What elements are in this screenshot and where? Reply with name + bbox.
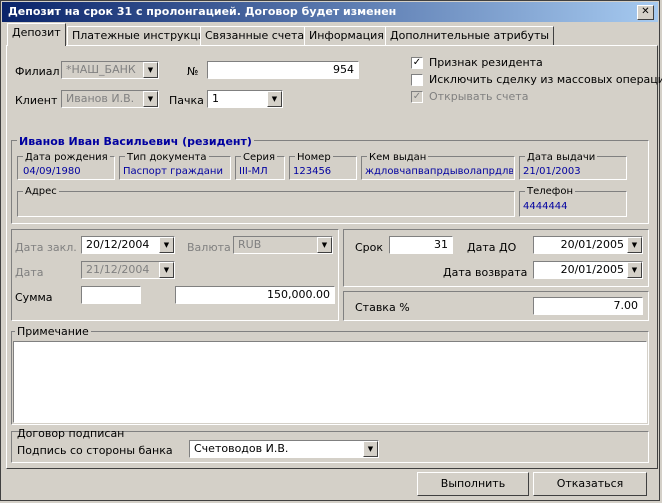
client-value: Иванов И.В. xyxy=(66,92,135,105)
exclude-mass-ops-label: Исключить сделку из массовых операций xyxy=(429,73,662,86)
number-value: 954 xyxy=(333,63,354,76)
check-icon: ✓ xyxy=(412,91,422,102)
resident-checkbox[interactable]: ✓ xyxy=(411,57,423,69)
number-field[interactable]: 954 xyxy=(207,61,359,79)
birth-date-value: 04/09/1980 xyxy=(23,166,81,177)
tab-label: Депозит xyxy=(12,26,61,39)
issue-date-value: 21/01/2003 xyxy=(523,166,581,177)
execute-button[interactable]: Выполнить xyxy=(417,472,529,496)
chevron-down-icon: ▼ xyxy=(143,62,158,78)
return-date-label: Дата возврата xyxy=(443,266,528,279)
pack-label: Пачка xyxy=(169,94,204,107)
check-icon: ✓ xyxy=(412,57,422,68)
tab-label: Информация xyxy=(309,29,384,42)
window-title: Депозит на срок 31 с пролонгацией. Догов… xyxy=(8,5,397,18)
tab-linked-accounts[interactable]: Связанные счета xyxy=(200,26,310,45)
address-label: Адрес xyxy=(23,186,59,197)
rate-field[interactable]: 7.00 xyxy=(533,297,643,315)
pack-select[interactable]: 1 ▼ xyxy=(207,90,283,108)
return-date-value: 20/01/2005 xyxy=(560,263,624,276)
doc-type-label: Тип документа xyxy=(125,152,209,163)
date-field: 21/12/2004 ▼ xyxy=(81,261,175,279)
sum-small-field[interactable] xyxy=(81,286,141,304)
tab-label: Связанные счета xyxy=(205,29,305,42)
tab-label: Платежные инструкции xyxy=(72,29,212,42)
tab-deposit[interactable]: Депозит xyxy=(7,23,66,46)
date-to-label: Дата ДО xyxy=(467,241,517,254)
dialog-window: Депозит на срок 31 с пролонгацией. Догов… xyxy=(0,0,662,501)
tab-information[interactable]: Информация xyxy=(304,26,389,45)
close-icon: ✕ xyxy=(641,6,650,17)
date-to-field[interactable]: 20/01/2005 ▼ xyxy=(533,236,643,254)
number-label: № xyxy=(187,65,199,78)
signed-label: Договор подписан xyxy=(17,427,125,440)
resident-label: Признак резидента xyxy=(429,56,543,69)
exclude-mass-ops-checkbox[interactable] xyxy=(411,74,423,86)
address-box xyxy=(17,191,515,217)
issued-by-value: ждловчапвапрдыволапрдлвс xyxy=(365,166,513,177)
term-value: 31 xyxy=(434,238,448,251)
note-label: Примечание xyxy=(15,325,91,338)
chevron-down-icon[interactable]: ▼ xyxy=(267,91,282,107)
chevron-down-icon[interactable]: ▼ xyxy=(363,441,378,457)
sum-label: Сумма xyxy=(15,291,53,304)
rate-label: Ставка % xyxy=(355,301,410,314)
date-to-value: 20/01/2005 xyxy=(560,238,624,251)
currency-select: RUB ▼ xyxy=(233,236,333,254)
client-full-name: Иванов Иван Васильевич (резидент) xyxy=(17,135,254,148)
doc-type-value: Паспорт граждани xyxy=(123,166,223,177)
term-field[interactable]: 31 xyxy=(389,236,453,254)
date-conclusion-value: 20/12/2004 xyxy=(86,238,150,251)
chevron-down-icon: ▼ xyxy=(159,262,174,278)
currency-label: Валюта xyxy=(187,241,231,254)
chevron-down-icon[interactable]: ▼ xyxy=(627,237,642,253)
birth-date-label: Дата рождения xyxy=(23,152,110,163)
pack-value: 1 xyxy=(212,92,219,105)
sum-value: 150,000.00 xyxy=(267,288,330,301)
client-label: Клиент xyxy=(15,94,58,107)
close-button[interactable]: ✕ xyxy=(637,5,654,20)
open-accounts-checkbox: ✓ xyxy=(411,91,423,103)
issue-date-label: Дата выдачи xyxy=(525,152,598,163)
issued-by-label: Кем выдан xyxy=(367,152,429,163)
filial-value: *НАШ_БАНК xyxy=(66,63,136,76)
return-date-field[interactable]: 20/01/2005 ▼ xyxy=(533,261,643,279)
tab-payment-instructions[interactable]: Платежные инструкции xyxy=(67,26,217,45)
rate-value: 7.00 xyxy=(613,299,639,312)
date-conclusion-field[interactable]: 20/12/2004 ▼ xyxy=(81,236,175,254)
doc-number-value: 123456 xyxy=(293,166,332,177)
open-accounts-label: Открывать счета xyxy=(429,90,529,103)
bank-sign-select[interactable]: Счетоводов И.В. ▼ xyxy=(189,440,379,458)
chevron-down-icon[interactable]: ▼ xyxy=(627,262,642,278)
term-label: Срок xyxy=(355,241,384,254)
tab-label: Дополнительные атрибуты xyxy=(390,29,550,42)
bank-sign-label: Подпись со стороны банка xyxy=(17,444,173,457)
date-value: 21/12/2004 xyxy=(86,263,150,276)
title-bar[interactable]: Депозит на срок 31 с пролонгацией. Догов… xyxy=(2,2,658,22)
bank-sign-value: Счетоводов И.В. xyxy=(194,442,289,455)
phone-value: 4444444 xyxy=(523,201,568,212)
chevron-down-icon[interactable]: ▼ xyxy=(159,237,174,253)
cancel-button-label: Отказаться xyxy=(556,477,624,490)
series-label: Серия xyxy=(241,152,277,163)
execute-button-label: Выполнить xyxy=(440,477,506,490)
date-label: Дата xyxy=(15,266,44,279)
phone-label: Телефон xyxy=(525,186,576,197)
filial-select: *НАШ_БАНК ▼ xyxy=(61,61,159,79)
note-textarea[interactable] xyxy=(13,341,647,423)
doc-number-label: Номер xyxy=(295,152,333,163)
cancel-button[interactable]: Отказаться xyxy=(533,472,647,496)
sum-field[interactable]: 150,000.00 xyxy=(175,286,335,304)
series-value: III-МЛ xyxy=(239,166,268,177)
tab-additional-attributes[interactable]: Дополнительные атрибуты xyxy=(385,26,555,45)
currency-value: RUB xyxy=(238,238,262,251)
chevron-down-icon: ▼ xyxy=(317,237,332,253)
client-select: Иванов И.В. ▼ xyxy=(61,90,159,108)
filial-label: Филиал xyxy=(15,65,60,78)
chevron-down-icon: ▼ xyxy=(143,91,158,107)
date-conclusion-label: Дата закл. xyxy=(15,241,77,254)
